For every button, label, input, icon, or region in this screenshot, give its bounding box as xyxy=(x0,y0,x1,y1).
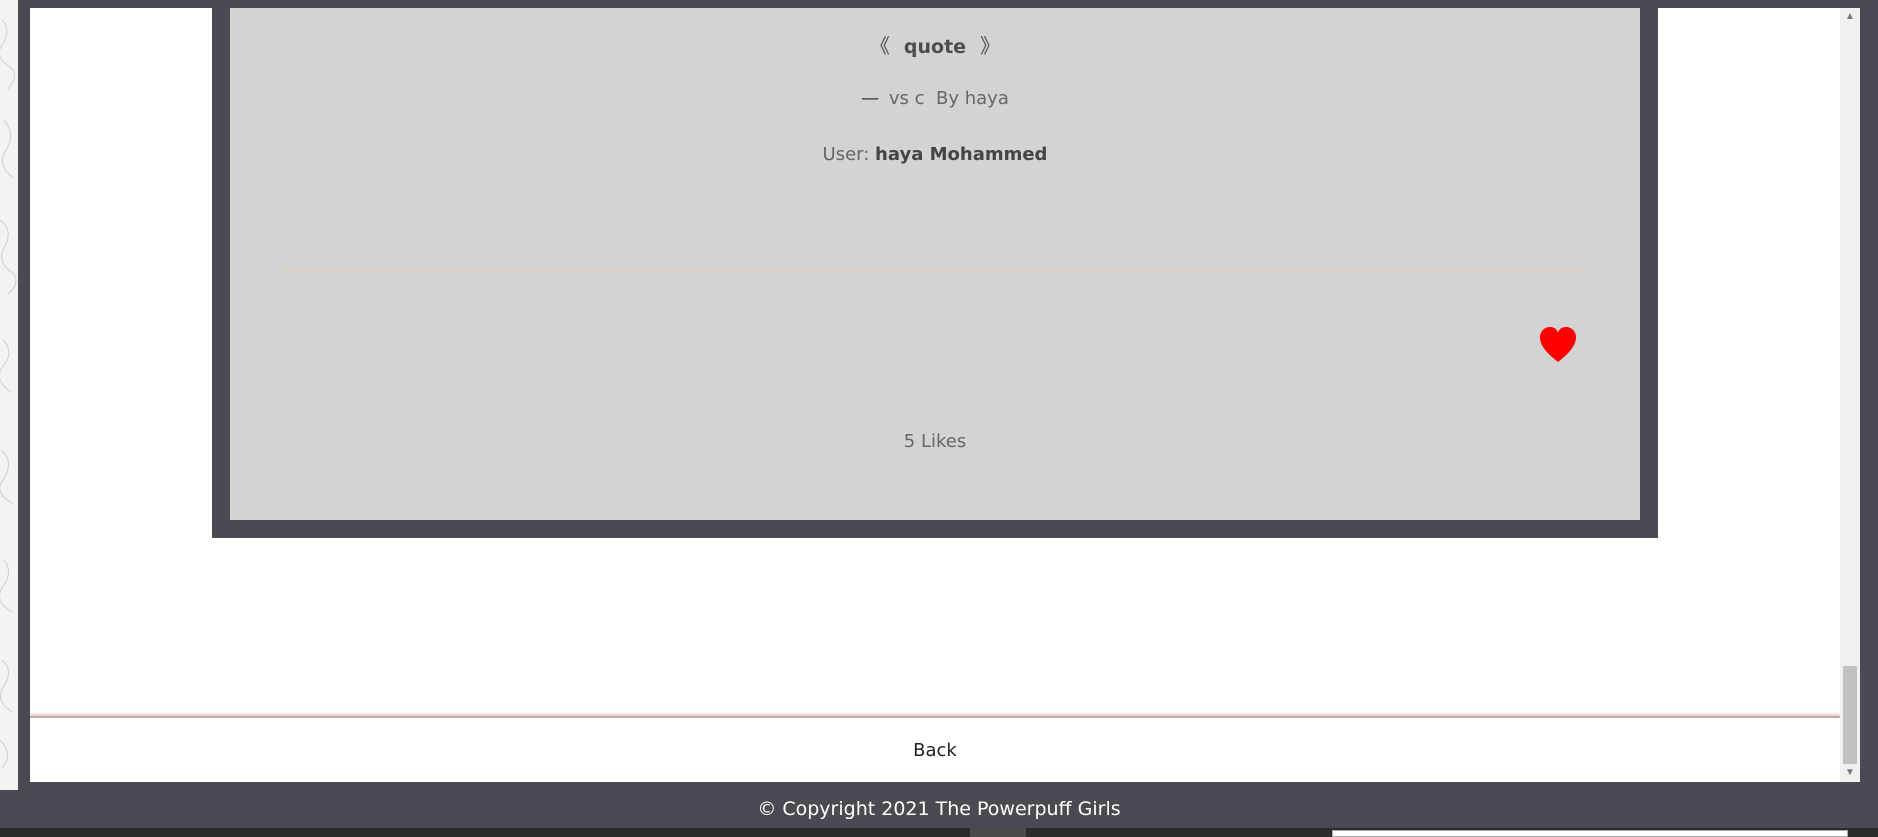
taskbar-strip xyxy=(0,828,1878,837)
heart-icon[interactable] xyxy=(1538,325,1578,365)
scrollbar[interactable]: ▲ ▼ xyxy=(1840,8,1860,782)
frame-right xyxy=(1860,0,1878,790)
quote-close-bracket: 》 xyxy=(980,34,1001,58)
author-dash: — xyxy=(861,88,880,109)
left-decoration xyxy=(0,0,18,837)
quote-author: By haya xyxy=(936,88,1009,109)
taskbar-input xyxy=(1332,830,1848,837)
scroll-down-arrow-icon[interactable]: ▼ xyxy=(1840,764,1860,782)
quote-card: 《 quote 》 — vs c By haya User: haya Mohamm… xyxy=(212,8,1658,538)
scroll-up-arrow-icon[interactable]: ▲ xyxy=(1840,8,1860,26)
taskbar-segment xyxy=(970,828,1026,837)
author-line: — vs c By haya xyxy=(230,88,1640,109)
quote-title: vs c xyxy=(888,88,925,109)
footer-copyright: © Copyright 2021 The Powerpuff Girls xyxy=(0,790,1878,828)
likes-count: 5 Likes xyxy=(903,431,967,452)
scroll-thumb[interactable] xyxy=(1843,666,1857,764)
frame-left xyxy=(18,0,30,790)
user-name: haya Mohammed xyxy=(875,144,1048,165)
quote-open-bracket: 《 xyxy=(869,34,890,58)
frame-top xyxy=(18,0,1860,8)
user-line: User: haya Mohammed xyxy=(230,144,1640,165)
content-viewport: 《 quote 》 — vs c By haya User: haya Mohamm… xyxy=(30,8,1840,782)
back-button[interactable]: Back xyxy=(30,716,1840,782)
user-label: User: xyxy=(822,144,870,165)
divider xyxy=(284,269,1584,270)
quote-line: 《 quote 》 xyxy=(230,30,1640,59)
quote-text: quote xyxy=(903,36,967,58)
quote-card-body: 《 quote 》 — vs c By haya User: haya Mohamm… xyxy=(230,8,1640,520)
